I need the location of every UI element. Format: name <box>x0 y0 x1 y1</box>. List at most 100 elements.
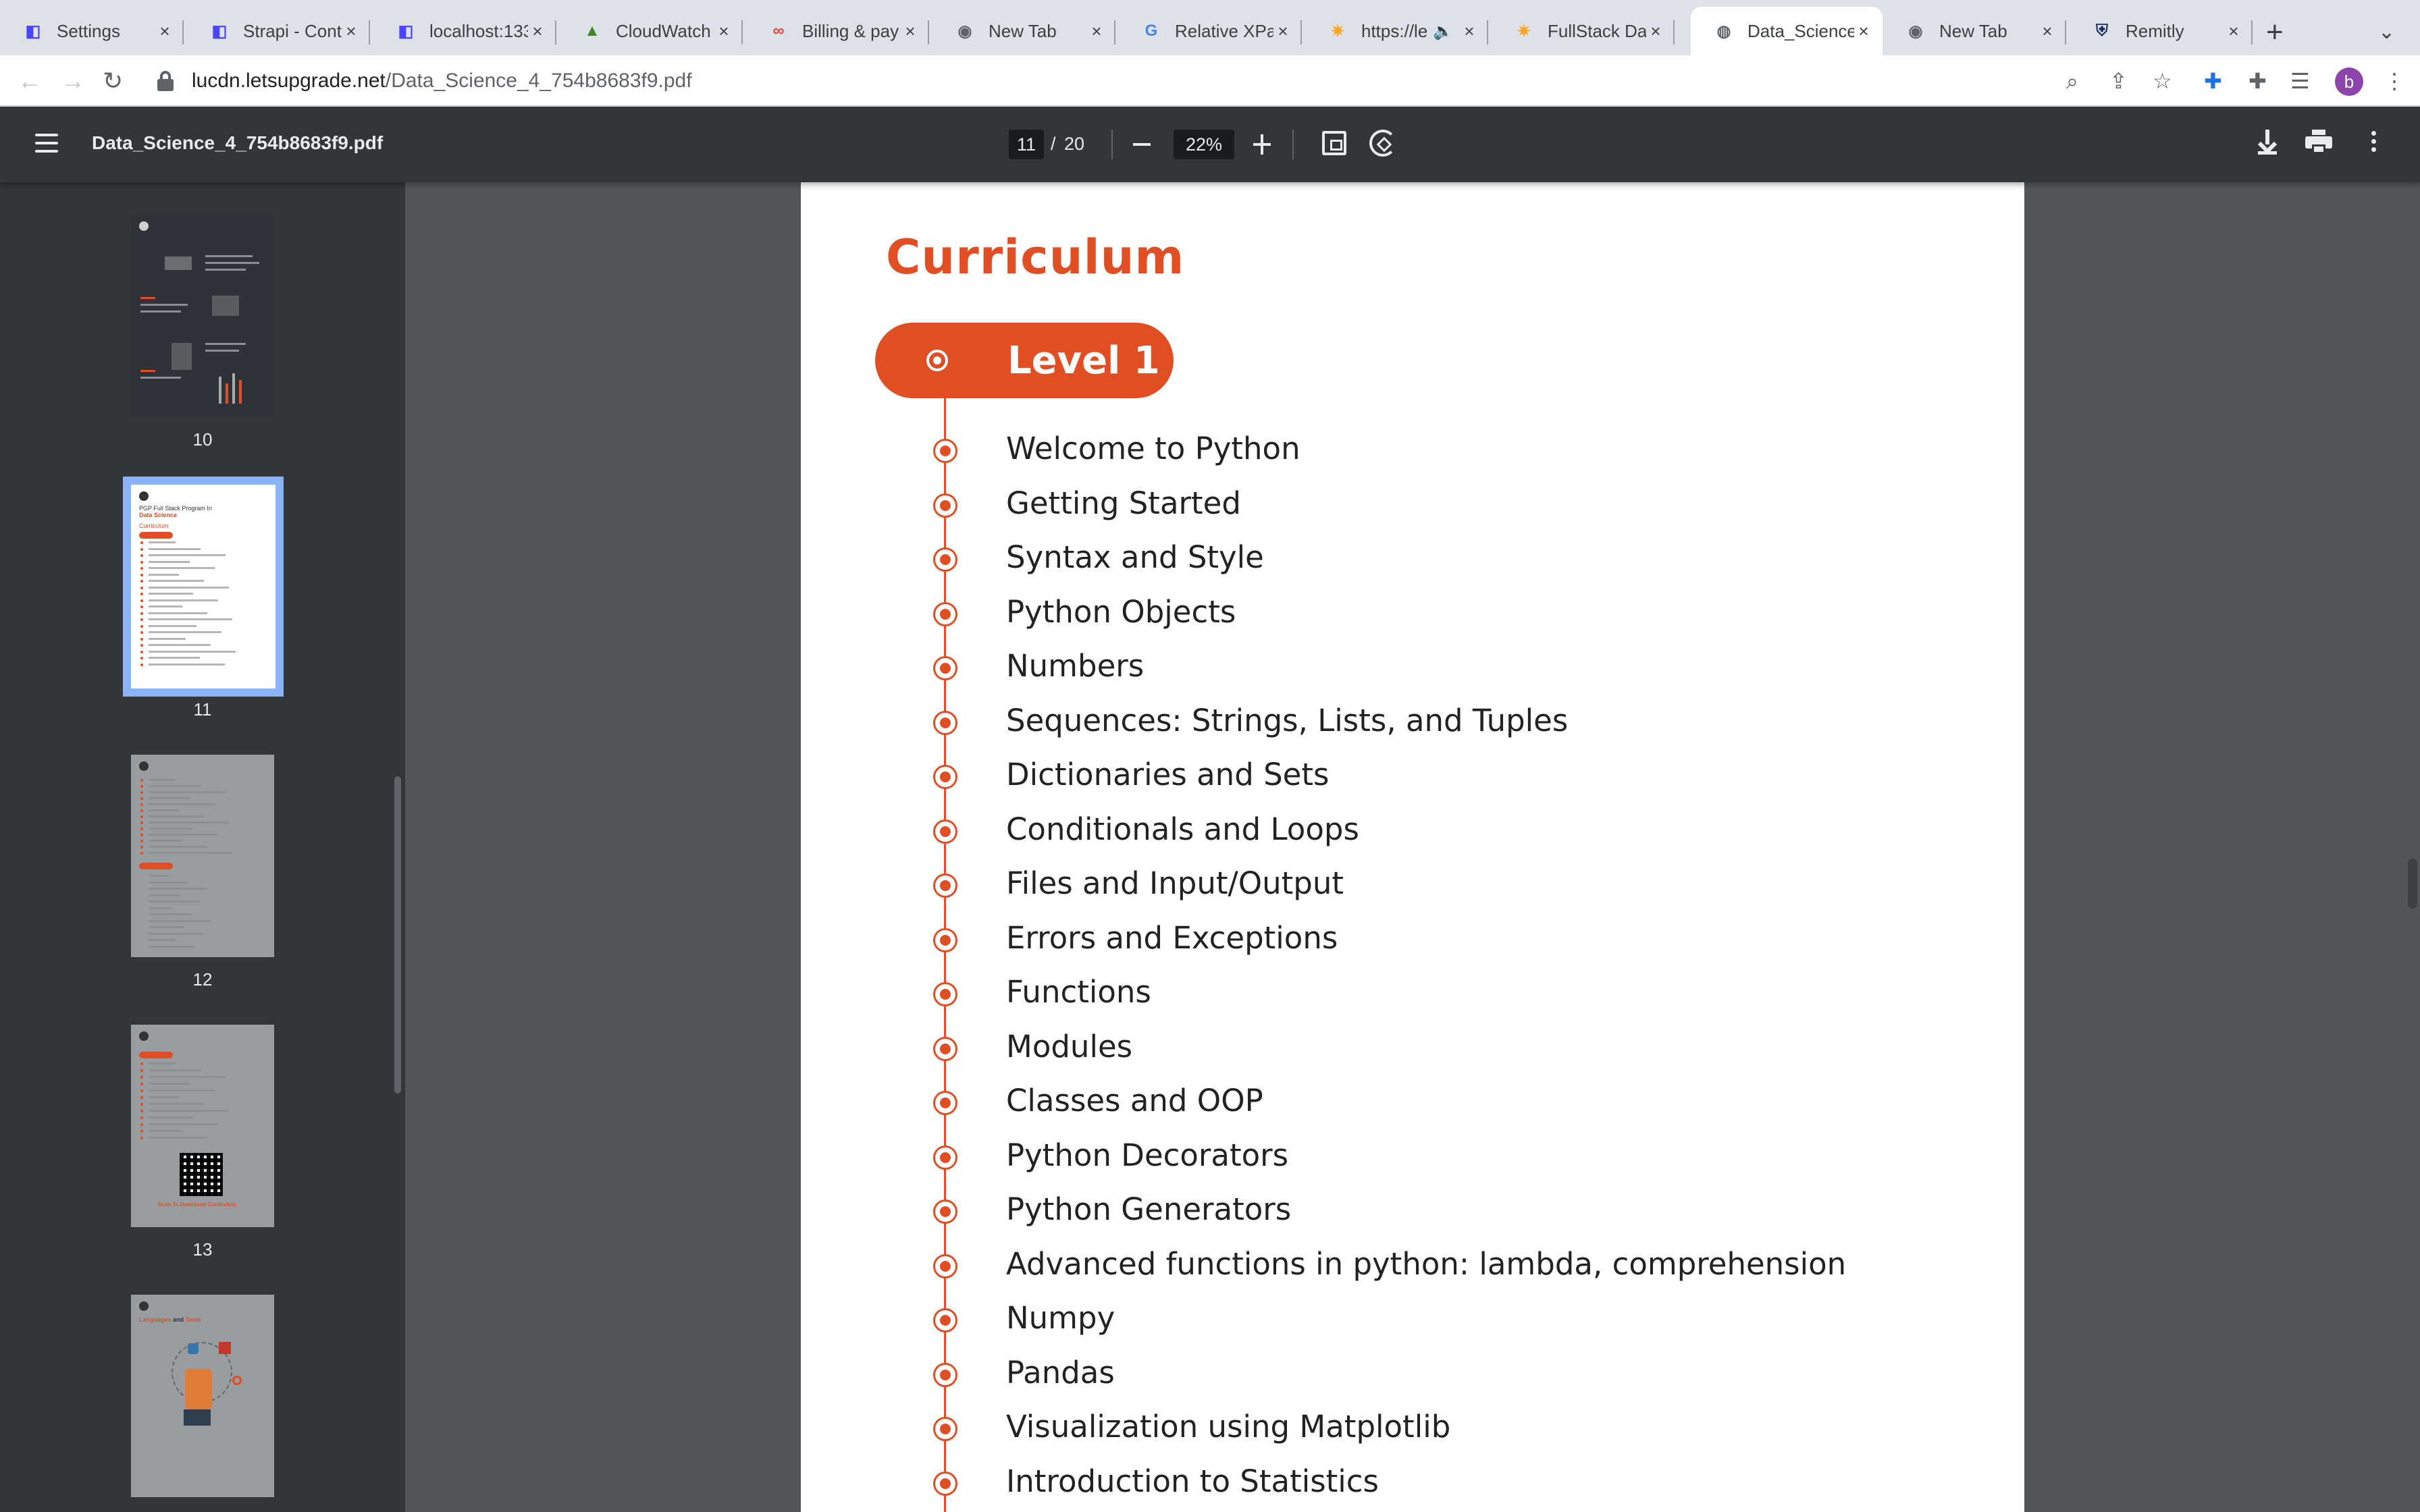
sidebar-toggle-icon[interactable] <box>35 134 58 153</box>
browser-tab[interactable]: ◉ New Tab × <box>1883 7 2066 55</box>
tab-close-icon[interactable]: × <box>901 22 920 40</box>
browser-tab[interactable]: G Relative XPat × <box>1118 7 1302 55</box>
extensions-puzzle-icon[interactable]: ✚ <box>2248 69 2267 93</box>
tab-close-icon[interactable]: × <box>528 22 547 40</box>
tab-close-icon[interactable]: × <box>2224 22 2243 40</box>
curriculum-item-text: Numpy <box>1006 1300 1115 1336</box>
timeline-bullet-icon <box>933 493 957 518</box>
curriculum-item-text: Python Decorators <box>1006 1137 1289 1173</box>
fit-to-page-icon[interactable] <box>1322 131 1346 155</box>
tab-separator <box>1673 20 1675 45</box>
browser-tab[interactable]: ◉ New Tab × <box>932 7 1115 55</box>
browser-tab[interactable]: ▲ CloudWatch | × <box>559 7 743 55</box>
curriculum-item: Errors and Exceptions <box>801 920 2024 980</box>
zoom-input[interactable]: 22% <box>1174 130 1234 159</box>
lock-icon[interactable] <box>157 71 174 91</box>
document-title: Data_Science_4_754b8683f9.pdf <box>92 132 384 153</box>
timeline-bullet-icon <box>933 710 957 735</box>
billing-icon: ∞ <box>772 22 785 40</box>
timeline-bullet-icon <box>933 1362 957 1387</box>
tab-close-icon[interactable]: × <box>342 22 361 40</box>
tab-close-icon[interactable]: × <box>2038 22 2057 40</box>
timeline-bullet-icon <box>933 656 957 680</box>
timeline-bullet-icon <box>933 547 957 572</box>
curriculum-item-text: Welcome to Python <box>1006 431 1300 466</box>
thumbnail-page-13[interactable]: Scan To Download Curriculum <box>131 1025 274 1227</box>
rotate-icon[interactable] <box>1369 130 1396 157</box>
curriculum-item: Files and Input/Output <box>801 865 2024 925</box>
timeline-bullet-icon <box>933 873 957 898</box>
tab-close-icon[interactable]: × <box>1087 22 1106 40</box>
toolbar-divider <box>1292 130 1294 159</box>
tab-separator <box>2251 20 2253 45</box>
thumbnail-sidebar: 10 PGP Full Stack Program In Data Scienc… <box>0 182 405 1512</box>
thumbnail-page-12[interactable] <box>131 755 274 957</box>
zoom-icon[interactable]: ⌕ <box>2066 69 2078 93</box>
thumbnail-page-10[interactable] <box>131 215 274 417</box>
browser-tab[interactable]: ∞ Billing & pay × <box>745 7 929 55</box>
browser-tab[interactable]: ◧ localhost:133 × <box>373 7 556 55</box>
browser-tab[interactable]: ✷ https://le 🔈 × <box>1305 7 1488 55</box>
extension-icon[interactable]: ✚ <box>2204 69 2222 93</box>
browser-tab[interactable]: ◧ Settings × <box>0 7 184 55</box>
page-number-input[interactable]: 11 <box>1009 130 1044 159</box>
tab-close-icon[interactable]: × <box>714 22 733 40</box>
sidebar-scrollbar[interactable] <box>394 776 401 1094</box>
timeline-bullet-icon <box>933 1091 957 1115</box>
tab-title: Settings <box>57 20 120 41</box>
curriculum-item-text: Files and Input/Output <box>1006 865 1344 901</box>
reading-list-icon[interactable]: ☰ <box>2290 69 2310 93</box>
thumbnail-label: 11 <box>193 699 212 720</box>
zoom-in-icon[interactable] <box>1252 131 1272 158</box>
globe-icon: ◍ <box>1716 22 1731 40</box>
audio-playing-icon[interactable]: 🔈 <box>1433 22 1453 41</box>
tab-close-icon[interactable]: × <box>1646 22 1665 40</box>
tab-close-icon[interactable]: × <box>1273 22 1292 40</box>
print-icon[interactable] <box>2305 130 2332 154</box>
thumbnail-page-11[interactable]: PGP Full Stack Program In Data Science C… <box>123 477 284 697</box>
thumbnail-text: Scan To Download Curriculum <box>158 1202 236 1208</box>
forward-button[interactable]: → <box>61 68 85 94</box>
letsupgrade-icon: ✷ <box>1517 22 1531 40</box>
back-button[interactable]: ← <box>18 68 42 94</box>
thumbnail-label: 13 <box>192 1239 213 1260</box>
reload-button[interactable]: ↻ <box>103 68 123 94</box>
curriculum-item-text: Syntax and Style <box>1006 539 1264 575</box>
page-heading: Curriculum <box>886 230 1185 285</box>
tab-title: Relative XPat <box>1175 20 1273 41</box>
omnibox[interactable]: lucdn.letsupgrade.net/Data_Science_4_754… <box>143 63 2128 99</box>
curriculum-item-text: Functions <box>1006 974 1151 1010</box>
zoom-out-icon[interactable] <box>1132 131 1152 158</box>
profile-avatar[interactable]: b <box>2335 68 2363 96</box>
page-total: 20 <box>1064 134 1085 154</box>
curriculum-item: Getting Started <box>801 485 2024 545</box>
browser-tab[interactable]: ◧ Strapi - Cont × <box>186 7 370 55</box>
browser-tab[interactable]: ⛨ Remitly × <box>2069 7 2253 55</box>
more-actions-icon[interactable] <box>2371 131 2378 158</box>
curriculum-item-text: Numbers <box>1006 648 1145 684</box>
browser-menu-icon[interactable]: ⋮ <box>2384 69 2405 93</box>
strapi-icon: ◧ <box>398 22 414 40</box>
curriculum-item-text: Dictionaries and Sets <box>1006 757 1330 792</box>
curriculum-item: Numpy <box>801 1300 2024 1360</box>
timeline-bullet-icon <box>933 601 957 626</box>
timeline-bullet-icon <box>933 819 957 844</box>
share-icon[interactable]: ⇪ <box>2109 69 2128 93</box>
remitly-icon: ⛨ <box>2096 22 2108 40</box>
tab-close-icon[interactable]: × <box>155 22 174 40</box>
browser-tab[interactable]: ✷ FullStack Dat × <box>1491 7 1675 55</box>
tab-search-button[interactable]: ⌄ <box>2378 20 2395 44</box>
new-tab-button[interactable]: + <box>2266 18 2284 47</box>
tab-close-icon[interactable]: × <box>1460 22 1479 40</box>
tab-title: Remitly <box>2126 20 2184 41</box>
curriculum-item: Python Objects <box>801 594 2024 654</box>
bookmark-star-icon[interactable]: ☆ <box>2153 69 2172 93</box>
url-text[interactable]: lucdn.letsupgrade.net/Data_Science_4_754… <box>192 70 692 92</box>
tab-close-icon[interactable]: × <box>1854 22 1873 40</box>
browser-tab[interactable]: ◍ Data_Science × <box>1691 7 1883 55</box>
thumbnail-page-14[interactable]: Languages and Tools <box>131 1295 274 1497</box>
main-scrollbar-thumb[interactable] <box>2408 859 2417 909</box>
tab-title: https://le <box>1361 20 1428 41</box>
download-icon[interactable] <box>2255 127 2280 157</box>
thumbnail-label: 10 <box>192 429 213 450</box>
